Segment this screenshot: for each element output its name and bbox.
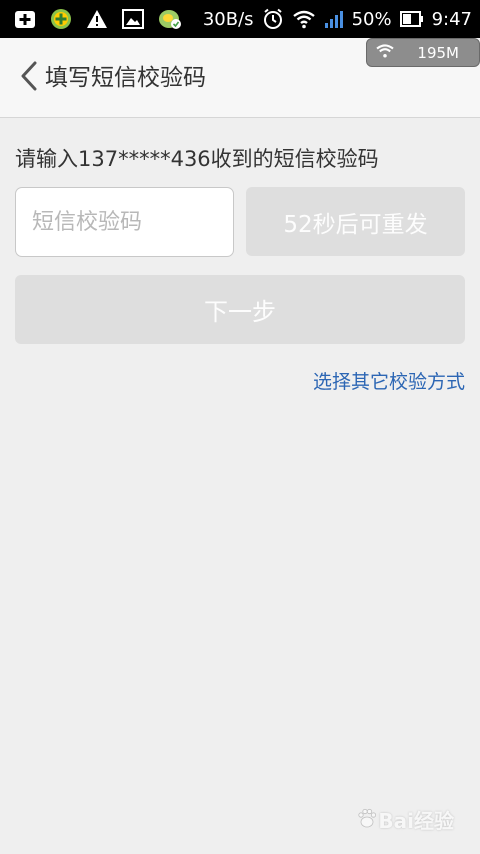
wifi-icon — [292, 9, 316, 29]
alarm-icon — [262, 8, 284, 30]
other-verification-link[interactable]: 选择其它校验方式 — [313, 368, 465, 396]
status-bar-right: 30B/s 50% 9:47 — [203, 8, 472, 30]
paw-icon — [356, 807, 378, 833]
plus-box-icon — [14, 8, 36, 30]
shield-plus-icon — [50, 8, 72, 30]
sms-prompt: 请输入137*****436收到的短信校验码 — [15, 147, 379, 171]
status-bar-left — [14, 8, 182, 30]
next-step-button[interactable]: 下一步 — [15, 275, 465, 344]
image-icon — [122, 9, 144, 29]
clock: 9:47 — [431, 8, 472, 30]
leaf-badge-icon — [158, 8, 182, 30]
battery-percent: 50% — [351, 8, 392, 30]
page-title: 填写短信校验码 — [45, 65, 206, 91]
memory-value: 195M — [417, 43, 459, 62]
resend-button[interactable]: 52秒后可重发 — [246, 187, 465, 256]
baidu-watermark: Bai经验 — [356, 805, 454, 834]
memory-badge[interactable]: 195M — [366, 38, 480, 67]
network-speed: 30B/s — [202, 8, 254, 30]
wifi-icon — [375, 43, 395, 63]
chevron-left-icon — [20, 61, 38, 95]
header: 填写短信校验码 195M — [0, 38, 480, 118]
back-button[interactable] — [14, 60, 44, 96]
watermark-text: Bai经验 — [378, 809, 454, 833]
sms-code-input[interactable] — [15, 187, 234, 257]
warning-icon — [86, 9, 108, 29]
battery-icon — [399, 10, 424, 28]
status-bar: 30B/s 50% 9:47 — [0, 0, 480, 38]
signal-icon — [324, 9, 344, 29]
